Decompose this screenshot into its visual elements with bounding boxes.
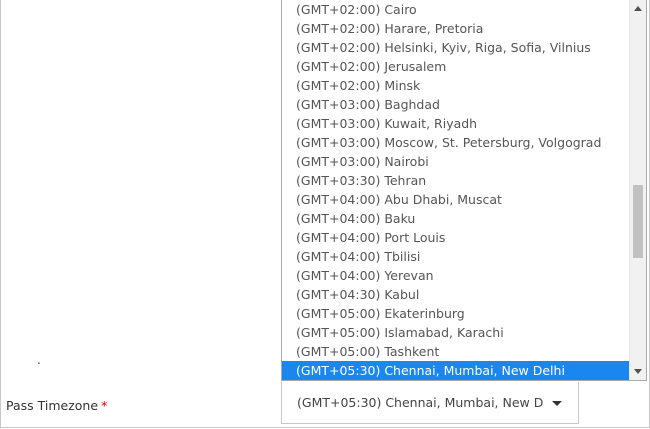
timezone-select-value: (GMT+05:30) Chennai, Mumbai, New D: [297, 395, 544, 410]
timezone-option[interactable]: (GMT+02:00) Cairo: [282, 0, 631, 19]
timezone-option[interactable]: (GMT+03:00) Baghdad: [282, 95, 631, 114]
timezone-option[interactable]: (GMT+04:00) Baku: [282, 209, 631, 228]
pass-timezone-label-text: Pass Timezone: [6, 398, 99, 413]
scrollbar-thumb[interactable]: [633, 185, 643, 258]
triangle-up-icon[interactable]: [630, 0, 646, 17]
timezone-option[interactable]: (GMT+05:00) Islamabad, Karachi: [282, 323, 631, 342]
required-marker: *: [101, 398, 108, 413]
timezone-option[interactable]: (GMT+05:00) Tashkent: [282, 342, 631, 361]
dropdown-scrollbar[interactable]: [629, 0, 646, 380]
timezone-select[interactable]: (GMT+05:30) Chennai, Mumbai, New D: [281, 382, 579, 424]
timezone-options: (GMT+02:00) Cairo (GMT+02:00) Harare, Pr…: [282, 0, 631, 380]
pass-timezone-label: Pass Timezone *: [6, 398, 107, 413]
timezone-option[interactable]: (GMT+03:00) Kuwait, Riyadh: [282, 114, 631, 133]
timezone-option[interactable]: (GMT+05:00) Ekaterinburg: [282, 304, 631, 323]
timezone-option[interactable]: (GMT+02:00) Minsk: [282, 76, 631, 95]
timezone-option[interactable]: (GMT+02:00) Jerusalem: [282, 57, 631, 76]
timezone-option[interactable]: (GMT+03:00) Nairobi: [282, 152, 631, 171]
timezone-option[interactable]: (GMT+02:00) Harare, Pretoria: [282, 19, 631, 38]
timezone-option[interactable]: (GMT+03:30) Tehran: [282, 171, 631, 190]
timezone-option[interactable]: (GMT+02:00) Helsinki, Kyiv, Riga, Sofia,…: [282, 38, 631, 57]
timezone-option[interactable]: (GMT+04:30) Kabul: [282, 285, 631, 304]
timezone-option[interactable]: (GMT+04:00) Tbilisi: [282, 247, 631, 266]
timezone-option[interactable]: (GMT+04:00) Abu Dhabi, Muscat: [282, 190, 631, 209]
timezone-option-selected[interactable]: (GMT+05:30) Chennai, Mumbai, New Delhi: [282, 361, 631, 380]
triangle-down-icon[interactable]: [630, 363, 646, 380]
stray-mark: .: [37, 353, 41, 367]
timezone-option[interactable]: (GMT+04:00) Yerevan: [282, 266, 631, 285]
timezone-option[interactable]: (GMT+04:00) Port Louis: [282, 228, 631, 247]
caret-down-icon: [552, 401, 562, 406]
timezone-option[interactable]: (GMT+03:00) Moscow, St. Petersburg, Volg…: [282, 133, 631, 152]
timezone-dropdown-list[interactable]: (GMT+02:00) Cairo (GMT+02:00) Harare, Pr…: [281, 0, 647, 381]
